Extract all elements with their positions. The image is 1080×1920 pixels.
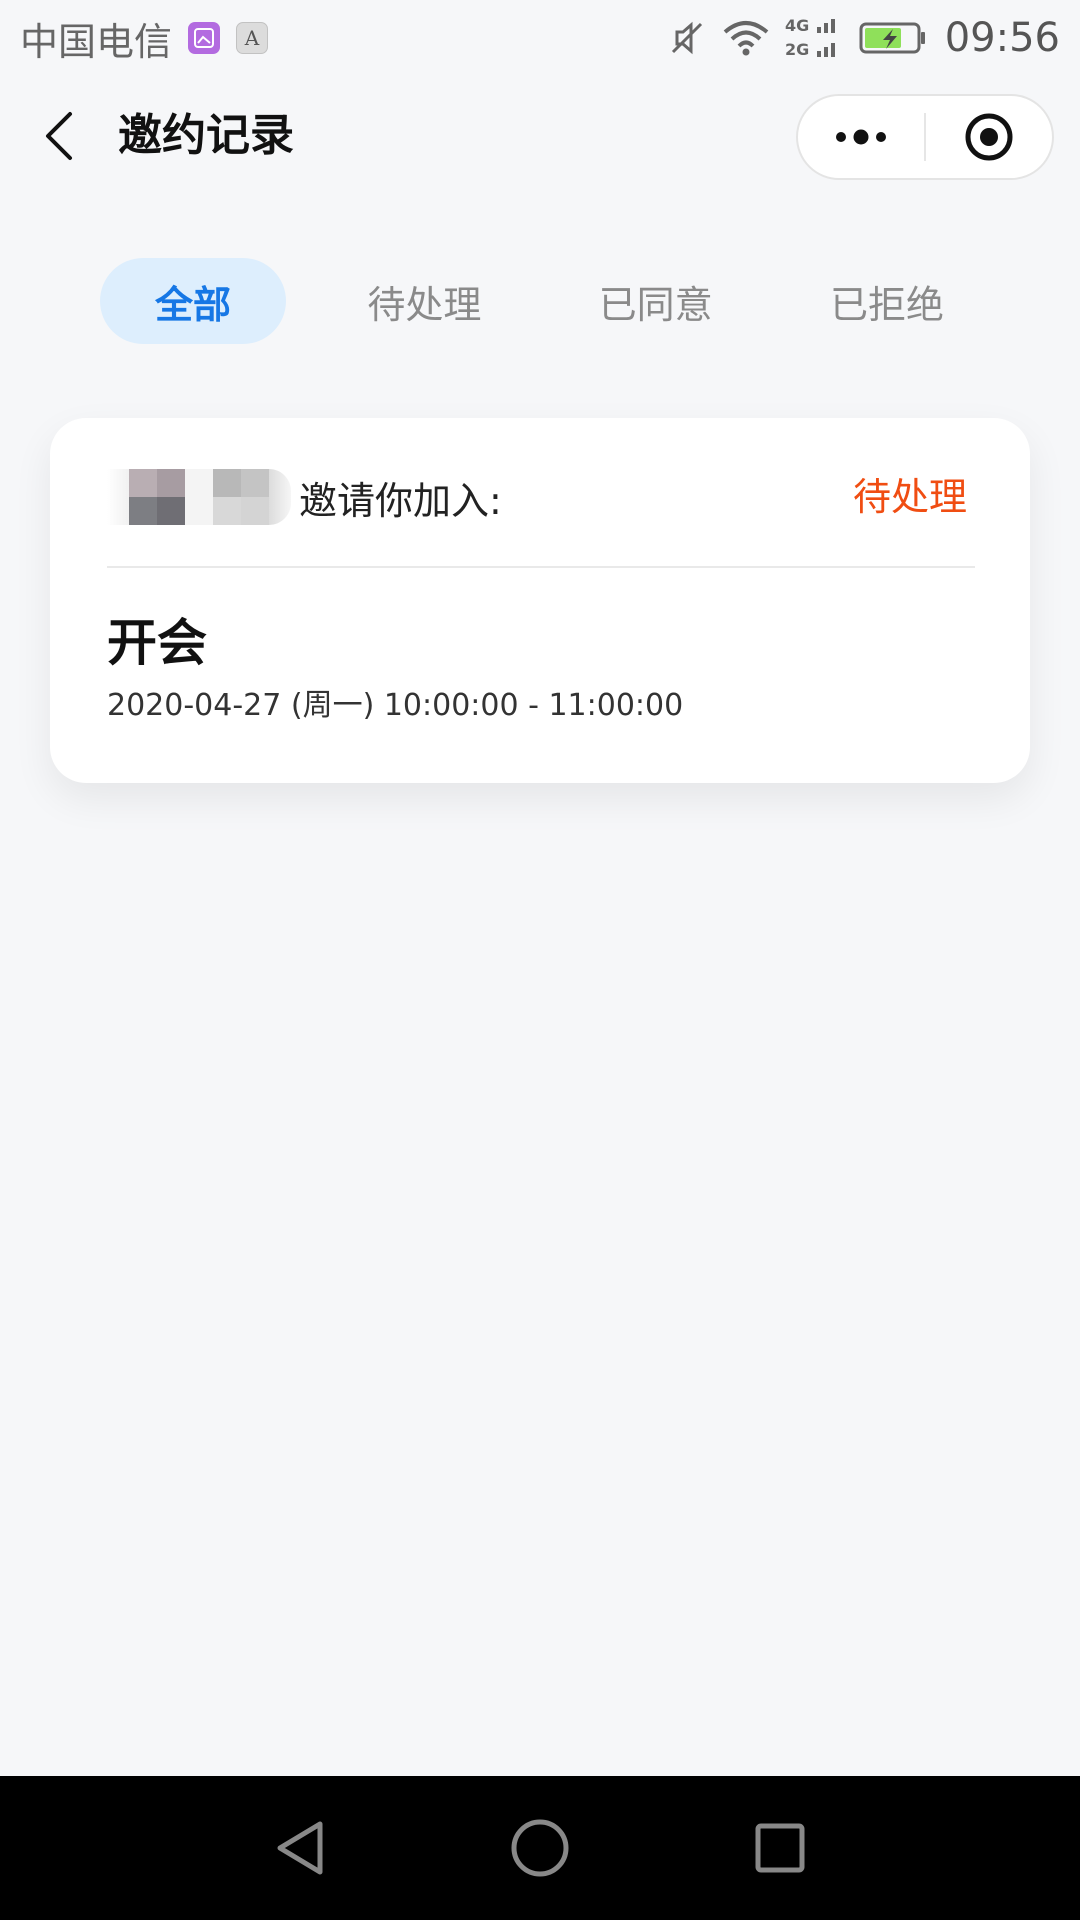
event-time: 2020-04-27 (周一) 10:00:00 - 11:00:00 bbox=[107, 688, 684, 723]
system-navigation-bar bbox=[0, 1776, 1080, 1920]
invitation-card[interactable]: 邀请你加入: 待处理 开会 2020-04-27 (周一) 10:00:00 -… bbox=[50, 418, 1030, 783]
invitation-card-header: 邀请你加入: 待处理 bbox=[107, 466, 1025, 528]
status-bar: 中国电信 A 4G 2G 09:56 bbox=[0, 0, 1080, 76]
tab-accepted[interactable]: 已同意 bbox=[563, 258, 749, 344]
network-4g-label: 4G bbox=[785, 16, 809, 35]
tab-rejected[interactable]: 已拒绝 bbox=[794, 258, 980, 344]
close-mini-program-button[interactable] bbox=[926, 96, 1052, 178]
system-recents-button[interactable] bbox=[660, 1776, 900, 1920]
square-recents-icon bbox=[755, 1823, 805, 1873]
target-circle-icon bbox=[965, 113, 1013, 161]
status-time: 09:56 bbox=[944, 15, 1060, 61]
card-divider bbox=[107, 566, 975, 568]
tab-all[interactable]: 全部 bbox=[100, 258, 286, 344]
gallery-notification-icon bbox=[188, 22, 221, 54]
system-home-button[interactable] bbox=[420, 1776, 660, 1920]
event-title: 开会 bbox=[107, 614, 207, 672]
tab-pending[interactable]: 待处理 bbox=[331, 258, 517, 344]
chevron-left-icon bbox=[46, 112, 72, 160]
triangle-back-icon bbox=[277, 1821, 323, 1875]
invite-text: 邀请你加入: bbox=[299, 478, 502, 523]
system-back-button[interactable] bbox=[180, 1776, 420, 1920]
back-button[interactable] bbox=[30, 98, 88, 174]
mini-program-capsule bbox=[796, 94, 1054, 180]
circle-home-icon bbox=[511, 1819, 569, 1877]
filter-tabs: 全部 待处理 已同意 已拒绝 bbox=[100, 258, 980, 344]
page-title: 邀约记录 bbox=[118, 110, 294, 161]
status-left: 中国电信 A bbox=[20, 11, 269, 66]
invitation-status: 待处理 bbox=[852, 475, 967, 519]
more-button[interactable] bbox=[798, 96, 924, 178]
cellular-signal-icon: 4G 2G bbox=[785, 16, 835, 59]
status-right: 4G 2G 09:56 bbox=[653, 13, 1060, 63]
more-dots-icon bbox=[836, 129, 886, 145]
mute-icon bbox=[671, 21, 702, 55]
blurred-inviter-name bbox=[107, 469, 291, 525]
carrier-name: 中国电信 bbox=[20, 19, 173, 64]
network-2g-label: 2G bbox=[785, 40, 809, 59]
wifi-icon bbox=[723, 21, 769, 56]
navigation-bar: 邀约记录 bbox=[0, 76, 1080, 196]
font-notification-icon: A bbox=[236, 22, 269, 54]
battery-charging-icon bbox=[859, 22, 925, 54]
